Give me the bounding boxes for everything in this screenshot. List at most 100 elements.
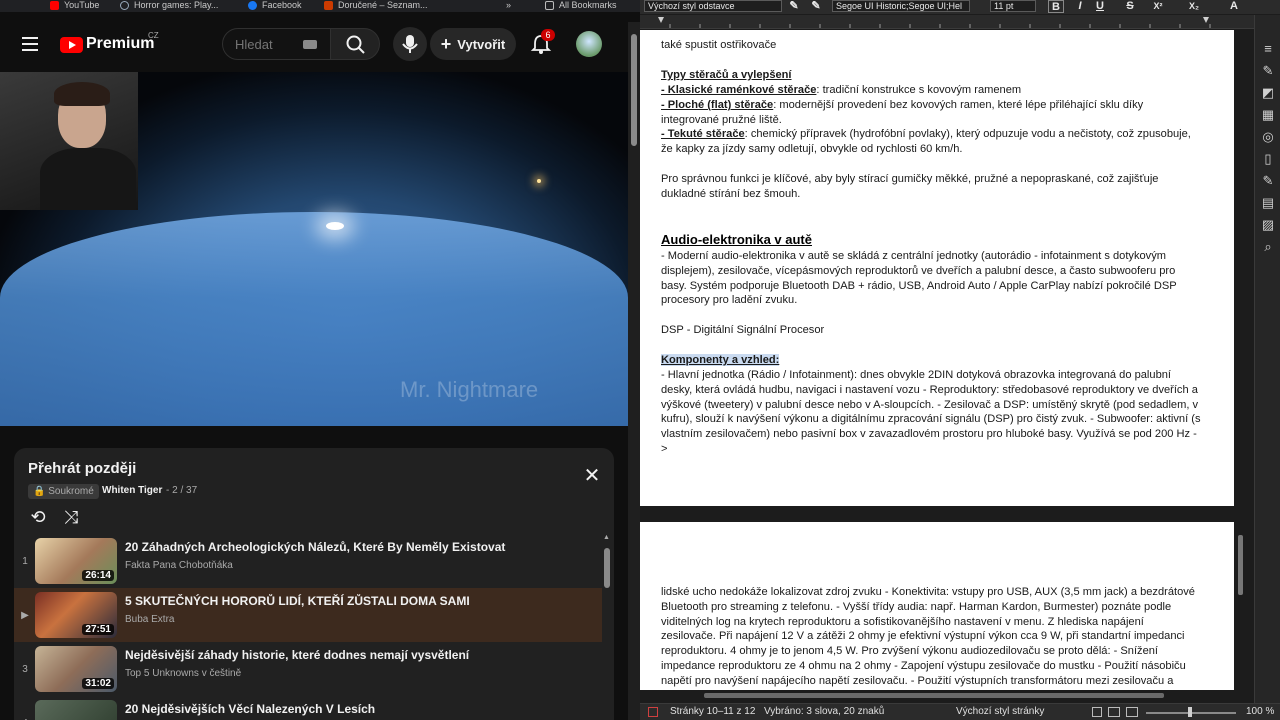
youtube-premium-logo[interactable]: Premium [86, 35, 154, 53]
zoom-slider-handle[interactable] [1188, 707, 1192, 717]
underline-button[interactable]: U [1092, 0, 1108, 13]
find-icon[interactable]: ⌕ [1260, 239, 1276, 255]
styles-icon[interactable]: ◩ [1260, 85, 1276, 101]
shuffle-icon[interactable]: ⤨ [60, 506, 82, 528]
paragraph: - Tekuté stěrače: chemický přípravek (hy… [661, 127, 1201, 157]
playlist-scrollbar[interactable]: ▲ [602, 534, 612, 720]
document-page[interactable]: lidské ucho nedokáže lokalizovat zdroj z… [640, 522, 1234, 702]
scrollbar-thumb[interactable] [604, 548, 610, 588]
document-page[interactable]: také spustit ostřikovače Typy stěračů a … [640, 30, 1234, 506]
streamer-shirt [40, 148, 136, 210]
video-duration: 26:14 [82, 570, 114, 581]
paragraph: - Ploché (flat) stěrače: modernější prov… [661, 98, 1201, 128]
bookmark-label: Horror games: Play... [134, 0, 219, 10]
horizontal-ruler[interactable] [640, 15, 1254, 29]
video-thumbnail [35, 700, 117, 720]
properties-icon[interactable]: ✎ [1260, 63, 1276, 79]
bookmark-seznam[interactable]: Doručené – Seznam... [324, 0, 428, 10]
bookmark-label: All Bookmarks [559, 0, 617, 10]
youtube-window: YouTube Horror games: Play... Facebook D… [0, 0, 640, 720]
selected-text: Komponenty a vzhled: [661, 354, 780, 366]
superscript-button[interactable]: X² [1150, 0, 1166, 13]
bookmarks-overflow-button[interactable]: » [506, 0, 511, 10]
horizontal-scrollbar[interactable] [640, 690, 1234, 702]
writer-window: Výchozí styl odstavce ✎ ✎ Segoe UI Histo… [640, 0, 1280, 720]
scrollbar-thumb[interactable] [1238, 535, 1243, 595]
strikethrough-button[interactable]: S [1122, 0, 1138, 13]
plus-icon: + [440, 34, 452, 54]
bold-button[interactable]: B [1048, 0, 1064, 13]
font-size-value: 11 pt [994, 1, 1014, 11]
bookmark-horror-games[interactable]: Horror games: Play... [120, 0, 218, 10]
playlist-owner[interactable]: Whiten Tiger [102, 485, 162, 496]
term: - Ploché (flat) stěrače [661, 99, 774, 111]
channel-name: Top 5 Unknowns v češtině [125, 668, 242, 679]
scrollbar-thumb[interactable] [631, 34, 637, 146]
gallery-icon[interactable]: ▦ [1260, 107, 1276, 123]
paragraph-style-select[interactable]: Výchozí styl odstavce [644, 0, 782, 12]
heading-audio: Audio-elektronika v autě [661, 232, 812, 247]
font-name-value: Segoe UI Historic;Segoe UI;Hel [836, 1, 963, 11]
page-scrollbar[interactable] [628, 22, 640, 720]
playlist-item-active[interactable]: ▶ 27:51 5 SKUTEČNÝCH HORORŮ LIDÍ, KTEŘÍ … [14, 588, 602, 642]
bookmark-label: Doručené – Seznam... [338, 0, 428, 10]
word-count[interactable]: Vybráno: 3 slova, 20 znaků [764, 704, 884, 720]
search-input[interactable] [235, 35, 295, 53]
save-status-icon[interactable] [648, 707, 658, 717]
style-inspector-icon[interactable]: ✎ [1260, 173, 1276, 189]
bookmark-youtube[interactable]: YouTube [50, 0, 99, 10]
formatting-toolbar: Výchozí styl odstavce ✎ ✎ Segoe UI Histo… [640, 0, 1280, 14]
playlist-panel: Přehrát později 🔒 Soukromé Whiten Tiger … [14, 448, 614, 720]
definition: : tradiční konstrukce s kovovým ramenem [816, 84, 1022, 96]
font-color-button[interactable]: A [1226, 0, 1242, 13]
video-thumbnail: 27:51 [35, 592, 117, 638]
voice-search-button[interactable] [393, 27, 427, 61]
document-scrollbar[interactable] [1234, 30, 1254, 690]
bookmark-facebook[interactable]: Facebook [248, 0, 302, 10]
notifications-button[interactable]: 6 [530, 29, 555, 60]
navigator-icon[interactable]: ◎ [1260, 129, 1276, 145]
page-style[interactable]: Výchozí styl stránky [956, 704, 1044, 720]
playlist-item[interactable]: 3 31:02 Nejděsivější záhady historie, kt… [14, 642, 602, 696]
keyboard-icon[interactable] [303, 40, 317, 49]
term: - Tekuté stěrače [661, 128, 745, 140]
font-name-select[interactable]: Segoe UI Historic;Segoe UI;Hel [832, 0, 970, 12]
new-style-icon[interactable]: ✎ [808, 0, 824, 13]
playlist-item[interactable]: 1 26:14 20 Záhadných Archeologických Nál… [14, 534, 602, 588]
multi-page-view-icon[interactable] [1108, 707, 1120, 717]
search-box [222, 28, 334, 60]
loop-icon[interactable]: ⟲ [27, 506, 49, 528]
youtube-logo-icon[interactable] [60, 37, 83, 53]
paragraph: také spustit ostřikovače [661, 39, 777, 51]
video-title: 20 Záhadných Archeologických Nálezů, Kte… [125, 540, 506, 554]
book-view-icon[interactable] [1126, 707, 1138, 717]
playlist-item[interactable]: 4 20 Nejděsivějších Věcí Nalezených V Le… [14, 696, 602, 720]
page-icon[interactable]: ▯ [1260, 151, 1276, 167]
search-button[interactable] [330, 28, 380, 60]
scrollbar-thumb[interactable] [704, 693, 1164, 698]
manage-changes-icon[interactable]: ▤ [1260, 195, 1276, 211]
hamburger-icon[interactable]: ≡ [1260, 41, 1276, 57]
webcam-overlay [0, 72, 138, 210]
page-count[interactable]: Stránky 10–11 z 12 [670, 704, 755, 720]
create-button[interactable]: + Vytvořit [430, 28, 516, 60]
single-page-view-icon[interactable] [1092, 707, 1102, 717]
paragraph: DSP - Digitální Signální Procesor [661, 324, 825, 336]
playlist-title[interactable]: Přehrát později [28, 460, 136, 477]
video-title: 20 Nejděsivějších Věcí Nalezených V Lesí… [125, 702, 376, 716]
subscript-button[interactable]: X₂ [1186, 0, 1202, 13]
heading-components: Komponenty a vzhled: [661, 353, 1201, 368]
update-style-icon[interactable]: ✎ [786, 0, 802, 13]
close-icon[interactable]: ✕ [582, 466, 602, 486]
term: - Klasické raménkové stěrače [661, 84, 817, 96]
font-size-select[interactable]: 11 pt [990, 0, 1036, 12]
scroll-up-icon[interactable]: ▲ [603, 534, 610, 541]
avatar[interactable] [576, 31, 602, 57]
menu-icon[interactable] [22, 37, 38, 51]
italic-button[interactable]: I [1072, 0, 1088, 13]
all-bookmarks-button[interactable]: All Bookmarks [545, 0, 617, 10]
design-icon[interactable]: ▨ [1260, 217, 1276, 233]
zoom-level[interactable]: 100 % [1246, 704, 1274, 720]
youtube-icon [50, 0, 59, 10]
video-player[interactable]: Mr. Nightmare [0, 72, 628, 426]
